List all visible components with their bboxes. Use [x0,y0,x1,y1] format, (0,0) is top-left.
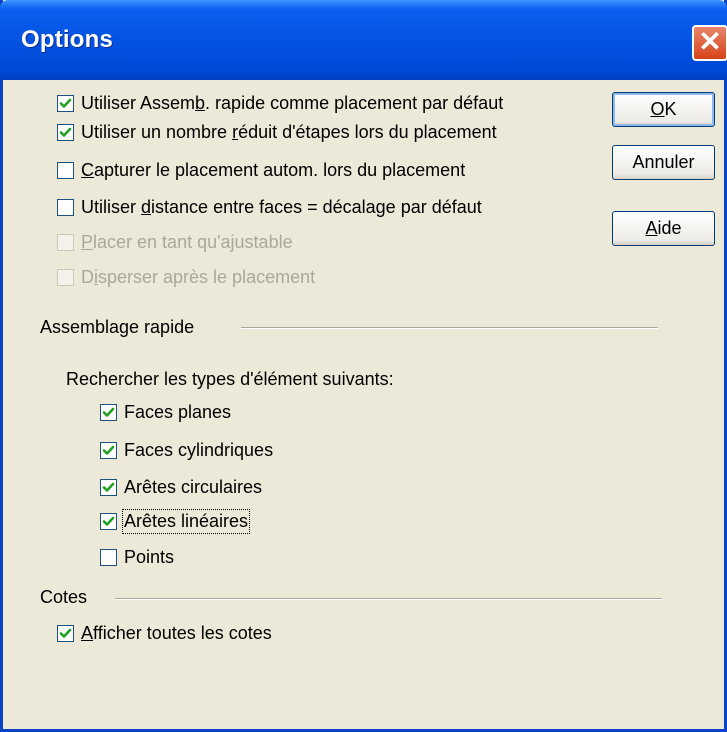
label-text: éduit d'étapes lors du placement [238,122,497,142]
label-text: lacer en tant qu'ajustable [93,232,293,252]
label-text: Utiliser un nombre [81,122,233,142]
checkmark-icon [59,98,72,108]
checkbox-cylindrical-faces[interactable]: Faces cylindriques [100,440,273,461]
close-icon: ✕ [698,26,722,57]
checkbox-reduced-steps[interactable]: Utiliser un nombre réduit d'étapes lors … [57,122,497,143]
checkbox-box[interactable] [57,95,74,112]
button-text: K [664,99,677,119]
checkbox-circular-edges[interactable]: Arêtes circulaires [100,477,262,498]
checkbox-label: Faces planes [124,402,232,422]
checkbox-label: Faces cylindriques [124,440,274,460]
checkbox-face-distance[interactable]: Utiliser distance entre faces = décalage… [57,197,482,218]
label-text: Utiliser [81,197,142,217]
checkmark-icon [102,445,115,455]
checkbox-label: Utiliser Assemb. rapide comme placement … [81,93,503,114]
checkbox-place-adjustable: Placer en tant qu'ajustable [57,232,293,253]
checkbox-linear-edges[interactable]: Arêtes linéaires [100,509,251,534]
checkbox-label: Afficher toutes les cotes [81,623,272,644]
group-title-quick-assembly: Assemblage rapide [40,317,195,337]
checkbox-label: Capturer le placement autom. lors du pla… [81,160,465,181]
checkmark-icon [102,407,115,417]
options-dialog: Options ✕ Utiliser Assemb. rapide comme … [0,0,727,732]
checkbox-label: Arêtes linéaires [121,509,251,534]
checkbox-show-all-dimensions[interactable]: Afficher toutes les cotes [57,623,272,644]
label-text: Utiliser Assem [81,93,196,113]
checkbox-disperse: Disperser après le placement [57,267,315,288]
label-text: sperser après le placement [98,267,316,287]
group-title-dimensions: Cotes [40,587,88,607]
dialog-body: Utiliser Assemb. rapide comme placement … [3,80,724,729]
checkbox-box [57,234,74,251]
checkbox-label: Utiliser un nombre réduit d'étapes lors … [81,122,497,143]
checkbox-flat-faces[interactable]: Faces planes [100,402,231,423]
button-mnemonic: A [645,218,658,238]
checkbox-box[interactable] [100,549,117,566]
dialog-title: Options [21,26,114,53]
checkbox-box[interactable] [57,199,74,216]
ok-button[interactable]: OK [612,92,715,127]
group-divider [241,327,658,329]
checkmark-icon [102,516,115,526]
button-text: ide [657,218,682,238]
checkbox-label: Placer en tant qu'ajustable [81,232,293,253]
label-mnemonic: b [195,93,206,113]
checkbox-use-quick-assembly[interactable]: Utiliser Assemb. rapide comme placement … [57,93,503,114]
checkbox-points[interactable]: Points [100,547,174,568]
title-bar[interactable]: Options ✕ [0,0,727,80]
checkbox-box[interactable] [100,442,117,459]
search-types-label: Rechercher les types d'élément suivants: [66,369,394,389]
checkbox-box [57,269,74,286]
label-mnemonic: P [81,232,94,252]
cancel-button[interactable]: Annuler [612,145,715,180]
checkbox-label: Arêtes circulaires [124,477,263,497]
checkbox-box[interactable] [100,513,117,530]
checkbox-box[interactable] [57,124,74,141]
label-mnemonic: A [81,623,94,643]
label-text: fficher toutes les cotes [93,623,272,643]
checkbox-capture-placement[interactable]: Capturer le placement autom. lors du pla… [57,160,465,181]
checkbox-label: Disperser après le placement [81,267,315,288]
checkbox-box[interactable] [57,162,74,179]
checkmark-icon [102,482,115,492]
checkbox-box[interactable] [100,404,117,421]
close-button[interactable]: ✕ [692,25,727,61]
checkbox-box[interactable] [100,479,117,496]
label-text: D [81,267,94,287]
label-mnemonic: C [81,160,94,180]
checkbox-label: Points [124,547,175,567]
button-mnemonic: O [650,99,665,119]
label-mnemonic: d [141,197,152,217]
label-text: apturer le placement autom. lors du plac… [94,160,466,180]
checkbox-box[interactable] [57,625,74,642]
button-text: Annuler [632,152,695,172]
checkmark-icon [59,628,72,638]
label-text: istance entre faces = décalage par défau… [151,197,482,217]
help-button[interactable]: Aide [612,211,715,246]
checkmark-icon [59,127,72,137]
group-divider [115,598,662,600]
label-text: . rapide comme placement par défaut [205,93,504,113]
checkbox-label: Utiliser distance entre faces = décalage… [81,197,482,218]
